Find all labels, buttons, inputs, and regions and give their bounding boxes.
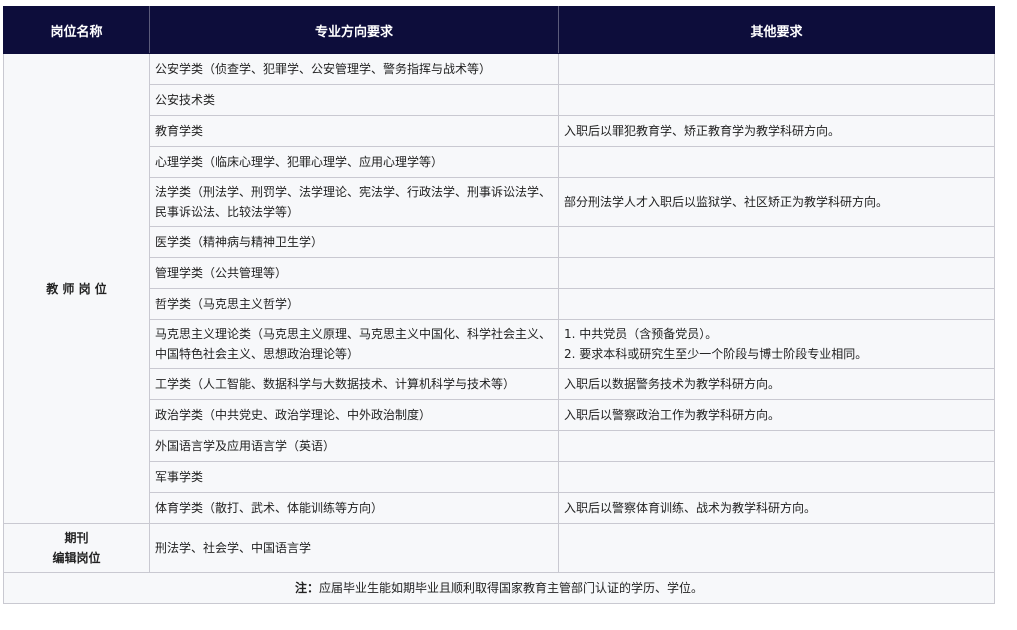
other-cell: 1. 中共党员（含预备党员）。 2. 要求本科或研究生至少一个阶段与博士阶段专业… bbox=[558, 319, 995, 369]
table-row: 哲学类（马克思主义哲学） bbox=[4, 288, 995, 320]
note-row: 注：应届毕业生能如期毕业且顺利取得国家教育主管部门认证的学历、学位。 bbox=[3, 572, 995, 604]
table-row: 军事学类 bbox=[4, 461, 995, 493]
other-cell bbox=[558, 430, 995, 462]
major-cell: 教育学类 bbox=[149, 115, 559, 147]
major-cell: 公安技术类 bbox=[149, 84, 559, 116]
table-row: 工学类（人工智能、数据科学与大数据技术、计算机科学与技术等） 入职后以数据警务技… bbox=[4, 368, 995, 400]
major-cell: 法学类（刑法学、刑罚学、法学理论、宪法学、行政法学、刑事诉讼法学、 民事诉讼法、… bbox=[149, 177, 559, 227]
major-cell: 政治学类（中共党史、政治学理论、中外政治制度） bbox=[149, 399, 559, 431]
table-row: 马克思主义理论类（马克思主义原理、马克思主义中国化、科学社会主义、 中国特色社会… bbox=[4, 319, 995, 369]
other-cell: 入职后以警察政治工作为教学科研方向。 bbox=[558, 399, 995, 431]
table-row: 体育学类（散打、武术、体能训练等方向） 入职后以警察体育训练、战术为教学科研方向… bbox=[4, 492, 995, 524]
table-row: 政治学类（中共党史、政治学理论、中外政治制度） 入职后以警察政治工作为教学科研方… bbox=[4, 399, 995, 431]
major-cell: 心理学类（临床心理学、犯罪心理学、应用心理学等） bbox=[149, 146, 559, 178]
other-cell bbox=[558, 288, 995, 320]
other-cell bbox=[558, 523, 995, 573]
other-cell bbox=[558, 53, 995, 85]
recruitment-table: 岗位名称 专业方向要求 其他要求 教 师 岗 位 公安学类（侦查学、犯罪学、公安… bbox=[3, 6, 995, 604]
major-cell: 医学类（精神病与精神卫生学） bbox=[149, 226, 559, 258]
other-cell: 入职后以罪犯教育学、矫正教育学为教学科研方向。 bbox=[558, 115, 995, 147]
table-row: 公安技术类 bbox=[4, 84, 995, 116]
major-cell: 外国语言学及应用语言学（英语） bbox=[149, 430, 559, 462]
header-position-name: 岗位名称 bbox=[3, 6, 150, 54]
other-cell bbox=[558, 146, 995, 178]
major-cell: 体育学类（散打、武术、体能训练等方向） bbox=[149, 492, 559, 524]
major-cell: 哲学类（马克思主义哲学） bbox=[149, 288, 559, 320]
other-cell: 入职后以数据警务技术为教学科研方向。 bbox=[558, 368, 995, 400]
other-cell bbox=[558, 226, 995, 258]
table-row: 管理学类（公共管理等） bbox=[4, 257, 995, 289]
editor-position-cell: 期刊 编辑岗位 bbox=[3, 523, 150, 573]
major-cell: 刑法学、社会学、中国语言学 bbox=[149, 523, 559, 573]
other-cell bbox=[558, 84, 995, 116]
table-row: 法学类（刑法学、刑罚学、法学理论、宪法学、行政法学、刑事诉讼法学、 民事诉讼法、… bbox=[4, 177, 995, 227]
major-cell: 公安学类（侦查学、犯罪学、公安管理学、警务指挥与战术等） bbox=[149, 53, 559, 85]
table-row: 医学类（精神病与精神卫生学） bbox=[4, 226, 995, 258]
major-cell: 马克思主义理论类（马克思主义原理、马克思主义中国化、科学社会主义、 中国特色社会… bbox=[149, 319, 559, 369]
other-cell: 入职后以警察体育训练、战术为教学科研方向。 bbox=[558, 492, 995, 524]
major-cell: 工学类（人工智能、数据科学与大数据技术、计算机科学与技术等） bbox=[149, 368, 559, 400]
table-row: 心理学类（临床心理学、犯罪心理学、应用心理学等） bbox=[4, 146, 995, 178]
header-major-requirement: 专业方向要求 bbox=[149, 6, 559, 54]
table-body: 教 师 岗 位 公安学类（侦查学、犯罪学、公安管理学、警务指挥与战术等） 公安技… bbox=[3, 53, 995, 604]
table-wrapper: 岗位名称 专业方向要求 其他要求 教 师 岗 位 公安学类（侦查学、犯罪学、公安… bbox=[3, 6, 995, 604]
header-other-requirement: 其他要求 bbox=[558, 6, 995, 54]
note-text: 应届毕业生能如期毕业且顺利取得国家教育主管部门认证的学历、学位。 bbox=[319, 581, 704, 595]
note-cell: 注：应届毕业生能如期毕业且顺利取得国家教育主管部门认证的学历、学位。 bbox=[3, 572, 995, 604]
table-header: 岗位名称 专业方向要求 其他要求 bbox=[3, 6, 995, 54]
table-row: 教 师 岗 位 公安学类（侦查学、犯罪学、公安管理学、警务指挥与战术等） bbox=[3, 53, 995, 524]
other-cell: 部分刑法学人才入职后以监狱学、社区矫正为教学科研方向。 bbox=[558, 177, 995, 227]
table-row: 教育学类 入职后以罪犯教育学、矫正教育学为教学科研方向。 bbox=[4, 115, 995, 147]
major-cell: 管理学类（公共管理等） bbox=[149, 257, 559, 289]
table-row: 外国语言学及应用语言学（英语） bbox=[4, 430, 995, 462]
table-row: 期刊 编辑岗位 刑法学、社会学、中国语言学 bbox=[3, 523, 995, 573]
teacher-position-cell: 教 师 岗 位 bbox=[3, 53, 150, 524]
major-cell: 军事学类 bbox=[149, 461, 559, 493]
other-cell bbox=[558, 461, 995, 493]
other-cell bbox=[558, 257, 995, 289]
